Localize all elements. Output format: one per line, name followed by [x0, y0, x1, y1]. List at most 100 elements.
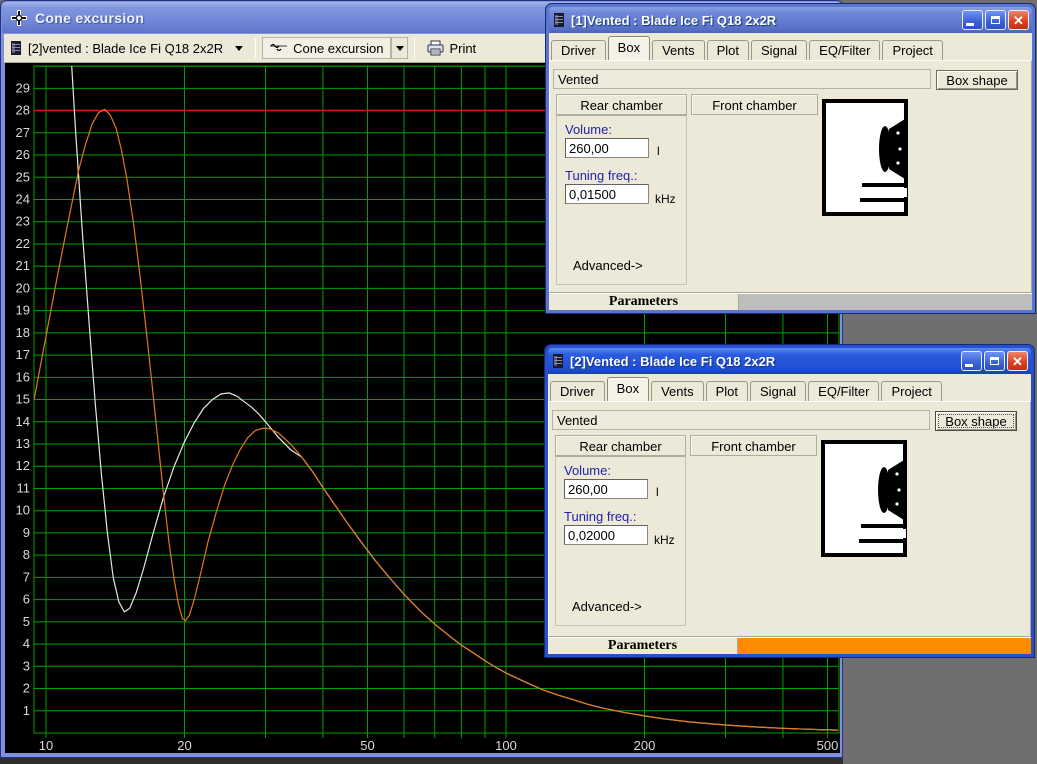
speaker-driver-icon — [879, 119, 905, 179]
svg-text:2: 2 — [23, 681, 30, 696]
svg-text:27: 27 — [16, 125, 30, 140]
plot-type-dropdown-button[interactable] — [391, 37, 408, 59]
toolbar-separator — [414, 38, 415, 58]
volume-unit: l — [656, 485, 659, 499]
tab-box[interactable]: Box — [607, 377, 649, 401]
window-icon — [553, 13, 565, 27]
rear-chamber-group: Volume: l Tuning freq.: kHz Advanced-> — [556, 115, 687, 285]
close-button[interactable]: ✕ — [1008, 10, 1029, 30]
tab-bar: DriverBoxVentsPlotSignalEQ/FilterProject — [548, 374, 1031, 401]
parameters-rollup[interactable]: Parameters — [548, 637, 1031, 654]
svg-text:15: 15 — [16, 392, 30, 407]
svg-text:22: 22 — [16, 236, 30, 251]
tuning-freq-unit: kHz — [655, 192, 676, 206]
close-icon: ✕ — [1013, 14, 1024, 27]
tab-signal[interactable]: Signal — [750, 381, 806, 401]
svg-text:23: 23 — [16, 214, 30, 229]
tab-driver[interactable]: Driver — [550, 381, 605, 401]
rear-chamber-button[interactable]: Rear chamber — [556, 94, 687, 115]
tuning-freq-label: Tuning freq.: — [565, 168, 638, 183]
tuning-freq-input[interactable] — [565, 184, 649, 204]
minimize-button[interactable] — [962, 10, 983, 30]
tab-eq-filter[interactable]: EQ/Filter — [809, 40, 880, 60]
volume-input[interactable] — [565, 138, 649, 158]
svg-text:9: 9 — [23, 525, 30, 540]
close-icon: ✕ — [1012, 355, 1023, 368]
tab-project[interactable]: Project — [881, 381, 941, 401]
tab-project[interactable]: Project — [882, 40, 942, 60]
speaker-driver-icon — [878, 460, 904, 520]
maximize-button[interactable] — [985, 10, 1006, 30]
svg-text:8: 8 — [23, 547, 30, 562]
box-shape-button[interactable]: Box shape — [936, 70, 1018, 90]
svg-text:12: 12 — [16, 458, 30, 473]
tab-plot[interactable]: Plot — [706, 381, 748, 401]
maximize-icon — [991, 16, 1000, 24]
volume-unit: l — [657, 144, 660, 158]
svg-text:13: 13 — [16, 436, 30, 451]
box-shape-diagram — [821, 440, 907, 557]
tab-driver[interactable]: Driver — [551, 40, 606, 60]
plot-type-selector-value: Cone excursion — [293, 41, 383, 56]
tab-signal[interactable]: Signal — [751, 40, 807, 60]
window-title: [2]Vented : Blade Ice Fi Q18 2x2R — [570, 354, 961, 369]
svg-text:3: 3 — [23, 658, 30, 673]
parameters-label[interactable]: Parameters — [548, 638, 738, 654]
svg-text:21: 21 — [16, 258, 30, 273]
chevron-down-icon[interactable] — [235, 46, 243, 51]
vented-window-1: [1]Vented : Blade Ice Fi Q18 2x2R ✕ Driv… — [546, 4, 1035, 313]
parameters-label[interactable]: Parameters — [549, 294, 739, 310]
window-title: [1]Vented : Blade Ice Fi Q18 2x2R — [571, 13, 962, 28]
tab-vents[interactable]: Vents — [651, 381, 704, 401]
box-tab-panel: Vented Box shape Rear chamber Front cham… — [548, 401, 1031, 637]
rear-chamber-button[interactable]: Rear chamber — [555, 435, 686, 456]
parameters-rollup[interactable]: Parameters — [549, 293, 1032, 310]
front-chamber-button[interactable]: Front chamber — [691, 94, 818, 115]
svg-text:26: 26 — [16, 147, 30, 162]
advanced-link[interactable]: Advanced-> — [573, 258, 643, 273]
svg-text:100: 100 — [495, 738, 517, 753]
tuning-freq-label: Tuning freq.: — [564, 509, 637, 524]
tab-vents[interactable]: Vents — [652, 40, 705, 60]
tab-box[interactable]: Box — [608, 36, 650, 60]
box-type-field[interactable]: Vented — [552, 410, 930, 430]
tuning-freq-unit: kHz — [654, 533, 675, 547]
svg-text:24: 24 — [16, 191, 30, 206]
print-button[interactable]: Print — [421, 38, 482, 58]
box-type-field[interactable]: Vented — [553, 69, 931, 89]
svg-text:18: 18 — [16, 325, 30, 340]
tab-plot[interactable]: Plot — [707, 40, 749, 60]
advanced-link[interactable]: Advanced-> — [572, 599, 642, 614]
box-shape-button[interactable]: Box shape — [935, 411, 1017, 431]
svg-text:16: 16 — [16, 369, 30, 384]
svg-text:6: 6 — [23, 592, 30, 607]
window-titlebar[interactable]: [1]Vented : Blade Ice Fi Q18 2x2R ✕ — [549, 7, 1032, 33]
print-button-label: Print — [449, 41, 476, 56]
svg-text:19: 19 — [16, 303, 30, 318]
volume-input[interactable] — [564, 479, 648, 499]
tab-eq-filter[interactable]: EQ/Filter — [808, 381, 879, 401]
svg-text:1: 1 — [23, 703, 30, 718]
main-window-title: Cone excursion — [35, 10, 144, 26]
crosshair-icon — [11, 10, 27, 26]
volume-label: Volume: — [564, 463, 611, 478]
close-button[interactable]: ✕ — [1007, 351, 1028, 371]
front-chamber-button[interactable]: Front chamber — [690, 435, 817, 456]
maximize-button[interactable] — [984, 351, 1005, 371]
parameters-progress — [739, 294, 1032, 310]
window-titlebar[interactable]: [2]Vented : Blade Ice Fi Q18 2x2R ✕ — [548, 348, 1031, 374]
svg-text:10: 10 — [16, 503, 30, 518]
volume-label: Volume: — [565, 122, 612, 137]
tuning-freq-input[interactable] — [564, 525, 648, 545]
project-selector-value: [2]vented : Blade Ice Fi Q18 2x2R — [28, 41, 223, 56]
chevron-down-icon — [396, 46, 404, 51]
project-selector[interactable]: [2]vented : Blade Ice Fi Q18 2x2R — [4, 39, 249, 58]
minimize-button[interactable] — [961, 351, 982, 371]
parameters-progress — [738, 638, 1031, 654]
plot-type-selector[interactable]: Cone excursion — [262, 37, 391, 59]
curve-icon — [270, 43, 288, 53]
svg-text:10: 10 — [39, 738, 53, 753]
svg-text:11: 11 — [17, 480, 31, 495]
window-icon — [552, 354, 564, 368]
svg-text:5: 5 — [23, 614, 30, 629]
